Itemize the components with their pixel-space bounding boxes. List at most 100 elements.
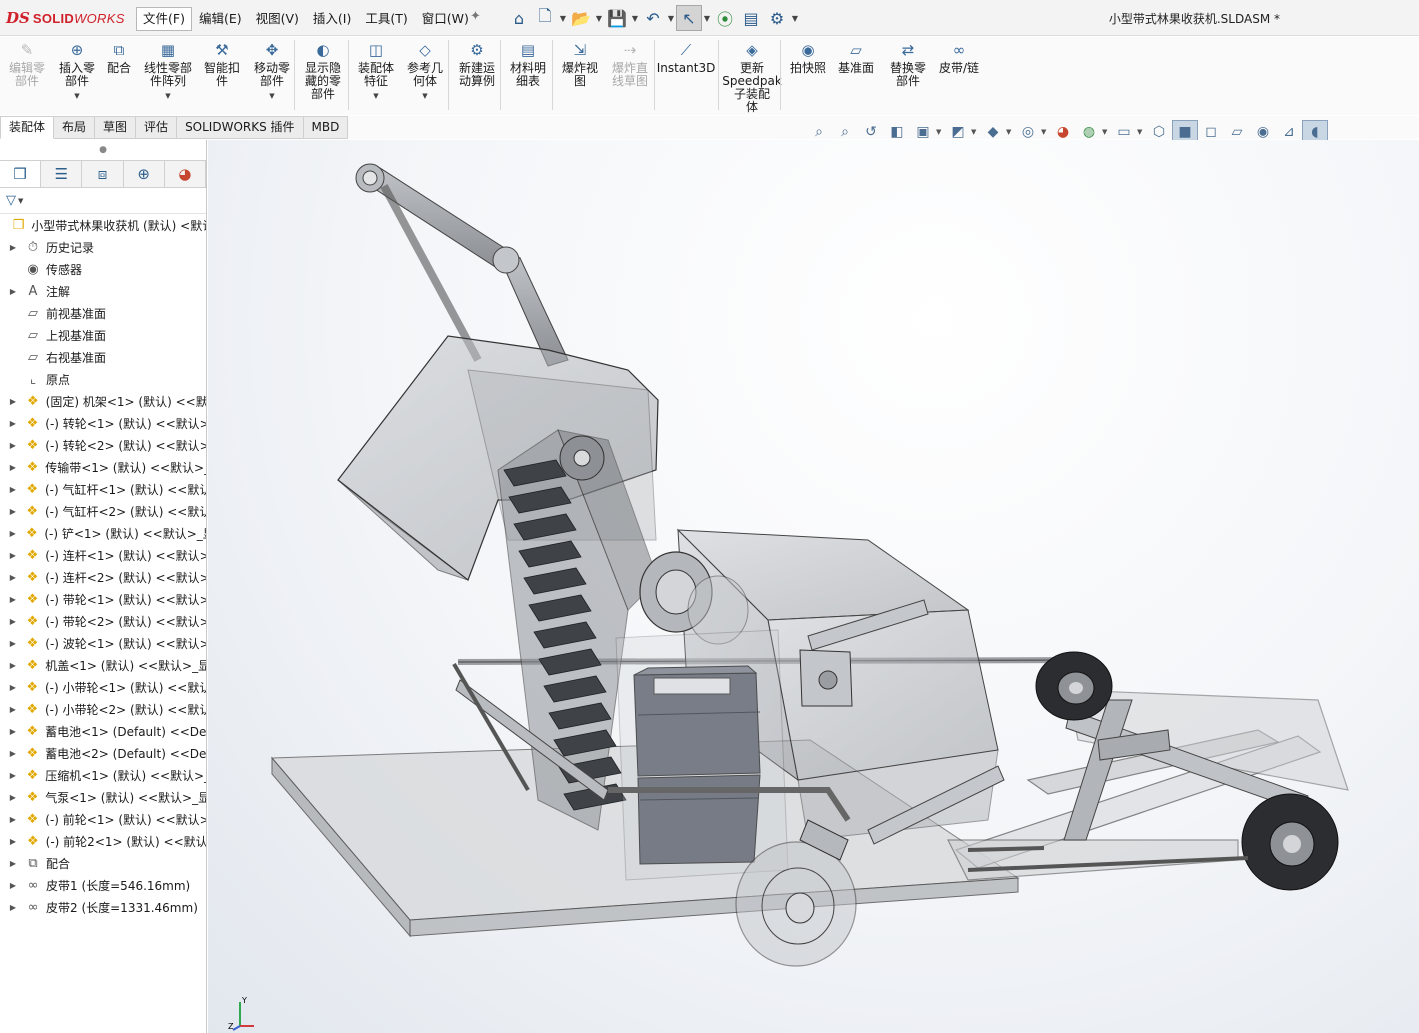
tree-node-feature[interactable]: ▱ 上视基准面 <box>0 324 206 346</box>
scenes-dropdown-icon[interactable]: ▼ <box>1102 128 1111 136</box>
tree-node-component[interactable]: ▶ ❖ (-) 带轮<1> (默认) <<默认> <box>0 588 206 610</box>
ribbon-button-smart-fasteners[interactable]: ⚒ 智能扣 件 <box>202 40 242 88</box>
open-dropdown-icon[interactable]: ▼ <box>594 14 604 23</box>
tree-node-feature[interactable]: ▶ ⧉ 配合 <box>0 852 206 874</box>
ribbon-dropdown-icon[interactable]: ▼ <box>373 90 378 103</box>
ribbon-button-replace-component[interactable]: ⇄ 替换零 部件 <box>886 40 930 88</box>
options-gear-icon[interactable]: ⚙ <box>764 5 790 31</box>
command-tab-5[interactable]: MBD <box>303 116 349 139</box>
harvester-model[interactable] <box>208 140 1419 1033</box>
menu-item-5[interactable]: 窗口(W) <box>415 7 476 31</box>
feature-manager-icon[interactable]: ❒ <box>0 161 42 187</box>
select-cursor-icon[interactable]: ↖ <box>676 5 702 31</box>
undo-dropdown-icon[interactable]: ▼ <box>666 14 676 23</box>
rear-wheel-bottom[interactable] <box>1241 793 1339 891</box>
expand-arrow-icon[interactable]: ▶ <box>6 441 20 450</box>
tree-node-component[interactable]: ▶ ❖ (-) 连杆<2> (默认) <<默认> <box>0 566 206 588</box>
tree-node-component[interactable]: ▶ ❖ (-) 前轮<1> (默认) <<默认> <box>0 808 206 830</box>
ribbon-button-linear-pattern[interactable]: ▦ 线性零部 件阵列 ▼ <box>140 40 196 103</box>
battery-frame[interactable] <box>615 629 789 881</box>
dynamic-annotation-dropdown-icon[interactable]: ▼ <box>936 128 945 136</box>
save-icon[interactable]: 💾 <box>604 5 630 31</box>
command-tab-4[interactable]: SOLIDWORKS 插件 <box>177 116 304 139</box>
compressor[interactable] <box>799 649 853 707</box>
ribbon-button-mate[interactable]: ⧉ 配合 <box>104 40 134 75</box>
menu-item-1[interactable]: 编辑(E) <box>192 7 249 31</box>
tree-node-component[interactable]: ▶ ❖ (-) 小带轮<1> (默认) <<默认 <box>0 676 206 698</box>
tree-filter[interactable]: ▽ ▼ <box>0 188 206 214</box>
command-tab-1[interactable]: 布局 <box>54 116 96 139</box>
expand-arrow-icon[interactable]: ▶ <box>6 595 20 604</box>
tree-node-component[interactable]: ▶ ❖ (-) 带轮<2> (默认) <<默认> <box>0 610 206 632</box>
graphics-area[interactable] <box>208 140 1419 1033</box>
configuration-manager-icon[interactable]: ⧈ <box>82 161 124 187</box>
ribbon-dropdown-icon[interactable]: ▼ <box>422 90 427 103</box>
menu-item-4[interactable]: 工具(T) <box>358 7 414 31</box>
filter-icon[interactable]: ▽ <box>6 193 16 208</box>
tree-node-feature[interactable]: ▶ ∞ 皮带1 (长度=546.16mm) <box>0 874 206 896</box>
home-icon[interactable]: ⌂ <box>506 5 532 31</box>
tree-node-component[interactable]: ▶ ❖ 机盖<1> (默认) <<默认>_显 <box>0 654 206 676</box>
expand-arrow-icon[interactable]: ▶ <box>6 419 20 428</box>
expand-arrow-icon[interactable]: ▶ <box>6 551 20 560</box>
tree-node-component[interactable]: ▶ ❖ 蓄电池<1> (Default) <<Def <box>0 720 206 742</box>
property-manager-icon[interactable]: ☰ <box>41 161 83 187</box>
ribbon-button-explode-line-sketch[interactable]: ⇢ 爆炸直 线草图 <box>608 40 652 88</box>
tree-node-component[interactable]: ▶ ❖ (-) 前轮2<1> (默认) <<默认 <box>0 830 206 852</box>
menu-item-2[interactable]: 视图(V) <box>249 7 306 31</box>
tree-node-feature[interactable]: ▶ ⏱ 历史记录 <box>0 236 206 258</box>
expand-arrow-icon[interactable]: ▶ <box>6 793 20 802</box>
view-orientation-dropdown-icon[interactable]: ▼ <box>971 128 980 136</box>
new-document-dropdown-icon[interactable]: ▼ <box>558 14 568 23</box>
expand-arrow-icon[interactable]: ▶ <box>6 749 20 758</box>
push-handle[interactable] <box>355 163 569 367</box>
save-dropdown-icon[interactable]: ▼ <box>630 14 640 23</box>
ribbon-button-assembly-feature[interactable]: ◫ 装配体 特征 ▼ <box>354 40 398 103</box>
tree-node-component[interactable]: ▶ ❖ 气泵<1> (默认) <<默认>_显 <box>0 786 206 808</box>
expand-arrow-icon[interactable]: ▶ <box>6 397 20 406</box>
menu-item-0[interactable]: 文件(F) <box>136 7 192 31</box>
expand-arrow-icon[interactable]: ▶ <box>6 705 20 714</box>
tree-node-component[interactable]: ▶ ❖ (-) 转轮<2> (默认) <<默认> <box>0 434 206 456</box>
expand-arrow-icon[interactable]: ▶ <box>6 771 20 780</box>
command-tab-3[interactable]: 评估 <box>136 116 178 139</box>
new-document-icon[interactable]: 🗋 <box>532 5 558 31</box>
panel-grip-icon[interactable]: ● <box>0 140 206 160</box>
expand-arrow-icon[interactable]: ▶ <box>6 617 20 626</box>
hide-show-items-dropdown-icon[interactable]: ▼ <box>1041 128 1050 136</box>
expand-arrow-icon[interactable]: ▶ <box>6 815 20 824</box>
expand-arrow-icon[interactable]: ▶ <box>6 507 20 516</box>
expand-arrow-icon[interactable]: ▶ <box>6 881 20 890</box>
display-manager-icon[interactable]: ◕ <box>164 161 207 187</box>
expand-arrow-icon[interactable]: ▶ <box>6 243 20 252</box>
dimxpert-icon[interactable]: ⊕ <box>123 161 165 187</box>
expand-arrow-icon[interactable]: ▶ <box>6 639 20 648</box>
ribbon-dropdown-icon[interactable]: ▼ <box>74 90 79 103</box>
tree-node-feature[interactable]: ⌞ 原点 <box>0 368 206 390</box>
expand-arrow-icon[interactable]: ▶ <box>6 287 20 296</box>
expand-arrow-icon[interactable]: ▶ <box>6 573 20 582</box>
expand-arrow-icon[interactable]: ▶ <box>6 661 20 670</box>
tree-node-component[interactable]: ▶ ❖ (-) 连杆<1> (默认) <<默认> <box>0 544 206 566</box>
rear-wheel-top[interactable] <box>1035 651 1113 721</box>
expand-arrow-icon[interactable]: ▶ <box>6 529 19 538</box>
tree-node-feature[interactable]: ▱ 右视基准面 <box>0 346 206 368</box>
expand-arrow-icon[interactable]: ▶ <box>6 837 20 846</box>
ribbon-button-exploded-view[interactable]: ⇲ 爆炸视 图 <box>558 40 602 88</box>
view-settings-dropdown-icon[interactable]: ▼ <box>1137 128 1146 136</box>
ribbon-button-move-component[interactable]: ✥ 移动零 部件 ▼ <box>250 40 294 103</box>
menu-item-3[interactable]: 插入(I) <box>306 7 358 31</box>
tree-node-component[interactable]: ▶ ❖ (-) 铲<1> (默认) <<默认>_显 <box>0 522 206 544</box>
tree-node-feature[interactable]: ▶ A 注解 <box>0 280 206 302</box>
ribbon-button-insert-component[interactable]: ⊕ 插入零 部件 ▼ <box>54 40 100 103</box>
tree-node-component[interactable]: ▶ ❖ (-) 转轮<1> (默认) <<默认> <box>0 412 206 434</box>
ribbon-button-plane[interactable]: ▱ 基准面 <box>834 40 878 75</box>
undo-icon[interactable]: ↶ <box>640 5 666 31</box>
ribbon-button-edit-component[interactable]: ✎ 编辑零 部件 <box>4 40 50 88</box>
expand-arrow-icon[interactable]: ▶ <box>6 859 20 868</box>
open-icon[interactable]: 📂 <box>568 5 594 31</box>
expand-arrow-icon[interactable]: ▶ <box>6 485 20 494</box>
conveyor-top-pulley[interactable] <box>559 435 605 481</box>
ribbon-button-instant3d[interactable]: ⟋ Instant3D <box>657 40 716 75</box>
ribbon-button-snapshot[interactable]: ◉ 拍快照 <box>786 40 830 75</box>
